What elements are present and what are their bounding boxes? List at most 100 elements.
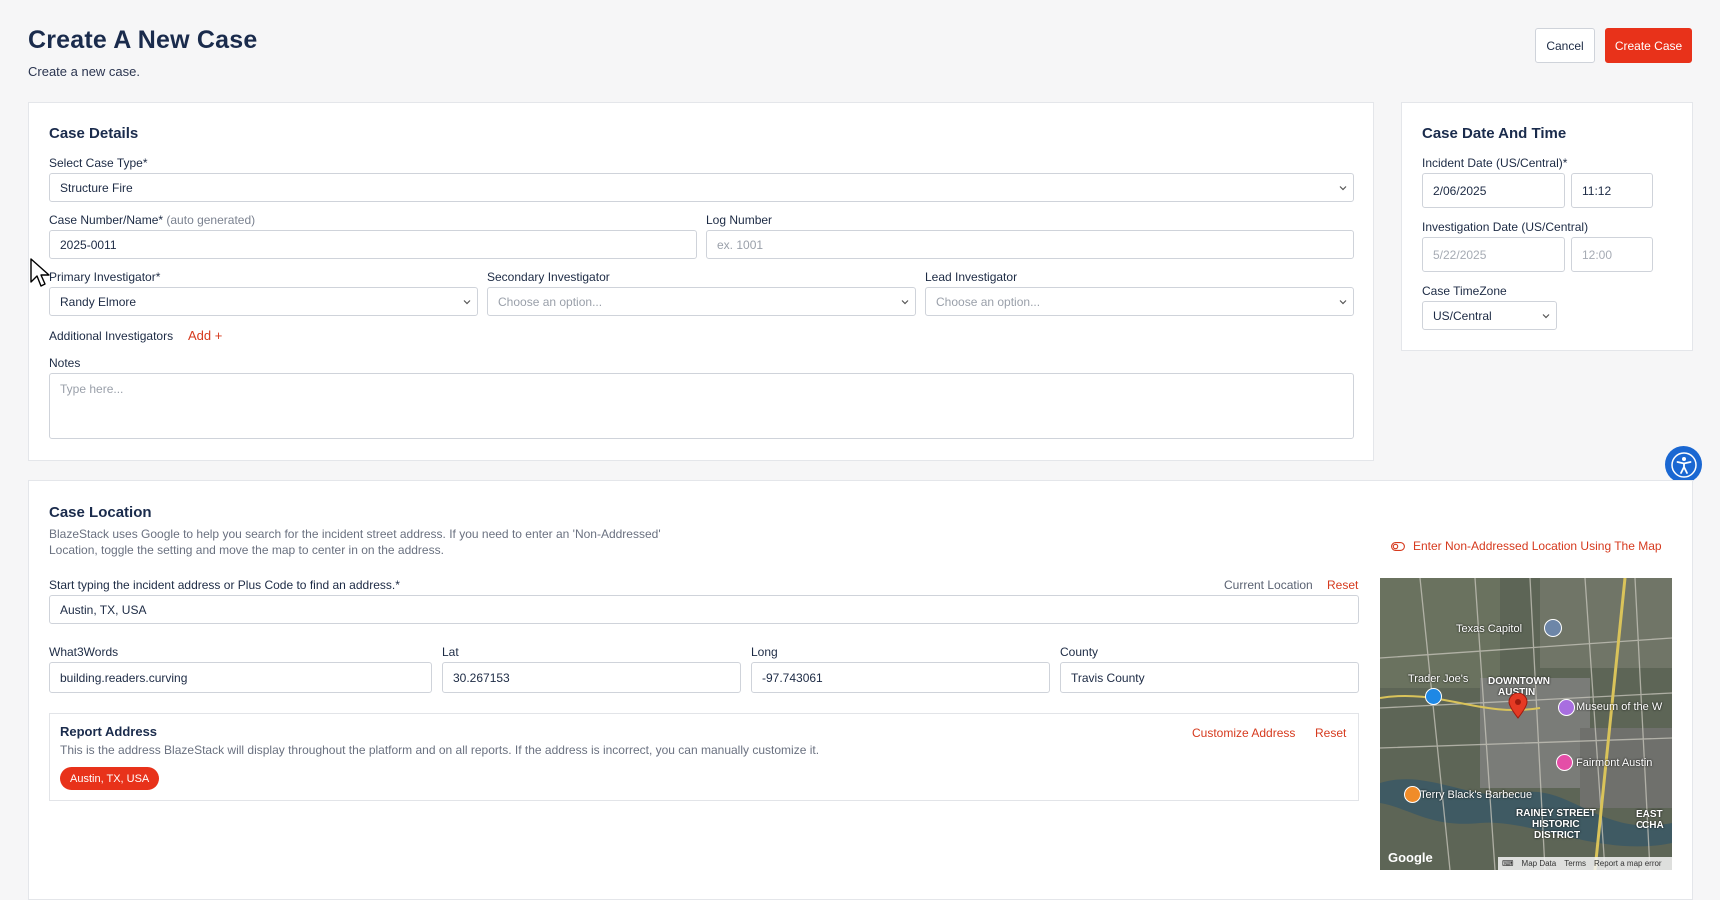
- non-addressed-label: Enter Non-Addressed Location Using The M…: [1413, 539, 1662, 553]
- timezone-value: US/Central: [1433, 308, 1492, 323]
- accessibility-button[interactable]: [1665, 446, 1702, 483]
- chevron-down-icon: [1339, 299, 1347, 304]
- case-location-card: Case Location BlazeStack uses Google to …: [28, 480, 1693, 900]
- case-number-field[interactable]: 2025-0011: [49, 230, 697, 259]
- terms-link[interactable]: Terms: [1564, 859, 1586, 868]
- google-logo: Google: [1388, 850, 1433, 865]
- chevron-down-icon: [901, 299, 909, 304]
- shopping-pin-icon: [1425, 688, 1442, 705]
- secondary-investigator-value: Choose an option...: [498, 294, 603, 309]
- report-address-title: Report Address: [60, 724, 158, 739]
- map-label-trader-joes: Trader Joe's: [1408, 673, 1469, 685]
- map-attribution-bar: ⌨ Map Data Terms Report a map error: [1498, 857, 1672, 870]
- non-addressed-toggle[interactable]: Enter Non-Addressed Location Using The M…: [1391, 539, 1662, 553]
- lat-value: 30.267153: [453, 670, 510, 685]
- what3words-field[interactable]: building.readers.curving: [49, 662, 432, 693]
- notes-placeholder: Type here...: [60, 382, 124, 396]
- case-number-hint: (auto generated): [166, 213, 256, 227]
- primary-investigator-value: Randy Elmore: [60, 294, 137, 309]
- page-subtitle: Create a new case.: [28, 64, 141, 79]
- lead-investigator-select[interactable]: Choose an option...: [925, 287, 1354, 316]
- map-label-museum: Museum of the W: [1576, 701, 1663, 713]
- what3words-label: What3Words: [49, 645, 119, 659]
- chevron-down-icon: [1339, 185, 1347, 190]
- incident-date-field[interactable]: 2/06/2025: [1422, 173, 1565, 208]
- case-type-select[interactable]: Structure Fire: [49, 173, 1354, 202]
- mouse-cursor-icon: [30, 258, 50, 287]
- investigation-time-value: 12:00: [1582, 247, 1613, 262]
- notes-textarea[interactable]: Type here...: [49, 373, 1354, 439]
- page-title: Create A New Case: [28, 26, 258, 54]
- toggle-icon: [1391, 541, 1405, 551]
- current-location-link[interactable]: Current Location: [1224, 578, 1313, 592]
- report-address-reset-link[interactable]: Reset: [1315, 726, 1346, 740]
- incident-time-value: 11:12: [1582, 183, 1612, 198]
- create-case-button[interactable]: Create Case: [1605, 28, 1692, 63]
- report-address-box: Report Address This is the address Blaze…: [49, 713, 1359, 801]
- restaurant-pin-icon: [1404, 786, 1421, 803]
- report-address-description: This is the address BlazeStack will disp…: [60, 743, 820, 757]
- log-number-placeholder: ex. 1001: [717, 237, 764, 252]
- secondary-investigator-select[interactable]: Choose an option...: [487, 287, 916, 316]
- incident-date-label: Incident Date (US/Central)*: [1422, 156, 1568, 170]
- investigation-time-field[interactable]: 12:00: [1571, 237, 1653, 272]
- map-tiles: [1380, 578, 1672, 870]
- map-data-link[interactable]: Map Data: [1522, 859, 1557, 868]
- timezone-label: Case TimeZone: [1422, 284, 1507, 298]
- lat-field[interactable]: 30.267153: [442, 662, 741, 693]
- cancel-button[interactable]: Cancel: [1535, 28, 1595, 63]
- log-number-label: Log Number: [706, 213, 773, 227]
- museum-pin-icon: [1558, 699, 1575, 716]
- case-location-description-1: BlazeStack uses Google to help you searc…: [49, 527, 661, 541]
- secondary-investigator-label: Secondary Investigator: [487, 270, 610, 284]
- add-investigator-link[interactable]: Add +: [188, 328, 222, 343]
- report-address-badge: Austin, TX, USA: [60, 767, 160, 790]
- map-label-district: DISTRICT: [1534, 830, 1581, 841]
- case-date-time-title: Case Date And Time: [1422, 125, 1567, 142]
- chevron-down-icon: [463, 299, 471, 304]
- map-label-downtown: DOWNTOWN: [1488, 676, 1551, 687]
- location-map[interactable]: Texas Capitol DOWNTOWN AUSTIN Trader Joe…: [1380, 578, 1672, 870]
- what3words-value: building.readers.curving: [60, 670, 188, 685]
- primary-investigator-label: Primary Investigator*: [49, 270, 161, 284]
- case-number-label-text: Case Number/Name*: [49, 213, 164, 227]
- county-value: Travis County: [1071, 670, 1145, 685]
- log-number-field[interactable]: ex. 1001: [706, 230, 1354, 259]
- county-field[interactable]: Travis County: [1060, 662, 1359, 693]
- case-date-time-card: Case Date And Time Incident Date (US/Cen…: [1401, 102, 1693, 351]
- case-details-card: Case Details Select Case Type* Structure…: [28, 102, 1374, 461]
- case-details-title: Case Details: [49, 125, 139, 142]
- map-label-terry: Terry Black's Barbecue: [1420, 789, 1533, 801]
- map-label-rainey: RAINEY STREET: [1516, 808, 1596, 819]
- primary-investigator-select[interactable]: Randy Elmore: [49, 287, 478, 316]
- timezone-select[interactable]: US/Central: [1422, 301, 1557, 330]
- long-field[interactable]: -97.743061: [751, 662, 1050, 693]
- case-number-label: Case Number/Name* (auto generated): [49, 213, 255, 227]
- hotel-pin-icon: [1556, 754, 1573, 771]
- additional-investigators-label: Additional Investigators: [49, 329, 174, 343]
- county-label: County: [1060, 645, 1099, 659]
- lat-label: Lat: [442, 645, 459, 659]
- report-error-link[interactable]: Report a map error: [1594, 859, 1662, 868]
- customize-address-link[interactable]: Customize Address: [1192, 726, 1295, 740]
- case-location-title: Case Location: [49, 504, 152, 521]
- capitol-pin-icon: [1544, 619, 1562, 637]
- address-search-value: Austin, TX, USA: [60, 602, 147, 617]
- chevron-down-icon: [1542, 313, 1550, 318]
- address-search-input[interactable]: Austin, TX, USA: [49, 595, 1359, 624]
- long-label: Long: [751, 645, 778, 659]
- case-location-description-2: Location, toggle the setting and move th…: [49, 543, 444, 557]
- address-search-label: Start typing the incident address or Plu…: [49, 578, 400, 592]
- incident-time-field[interactable]: 11:12: [1571, 173, 1653, 208]
- accessibility-icon: [1670, 451, 1697, 478]
- lead-investigator-label: Lead Investigator: [925, 270, 1018, 284]
- map-label-fairmont: Fairmont Austin: [1576, 757, 1653, 769]
- case-type-label: Select Case Type*: [49, 156, 148, 170]
- case-type-value: Structure Fire: [60, 180, 133, 195]
- address-reset-link[interactable]: Reset: [1327, 578, 1358, 592]
- map-label-cha: CHA: [1642, 820, 1664, 831]
- investigation-date-field[interactable]: 5/22/2025: [1422, 237, 1565, 272]
- map-label-historic: HISTORIC: [1532, 819, 1580, 830]
- investigation-date-label: Investigation Date (US/Central): [1422, 220, 1589, 234]
- keyboard-icon: ⌨: [1502, 859, 1514, 868]
